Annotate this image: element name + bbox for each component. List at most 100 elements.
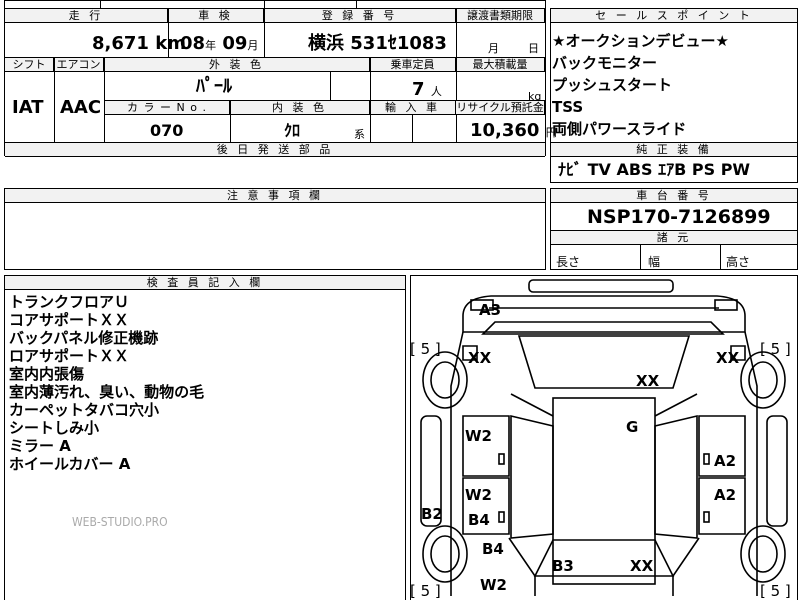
hood-shape <box>462 295 746 333</box>
mark-xx-hood: XX <box>636 372 660 390</box>
capacity-unit: 人 <box>430 85 442 98</box>
door-handle <box>498 511 505 523</box>
grid-line <box>370 58 371 100</box>
header-delivery-parts: 後 日 発 送 部 品 <box>5 143 545 157</box>
inspector-note: カーペットタバコ穴小 <box>9 401 160 419</box>
header-transfer-deadline: 譲渡書類期限 <box>456 9 545 23</box>
length-label: 長さ <box>556 255 581 269</box>
mark-w2-rear-door: W2 <box>465 486 492 504</box>
header-inspector: 検 査 員 記 入 欄 <box>5 276 405 290</box>
mark-xx-front-left: XX <box>468 349 492 367</box>
exterior-color-value: ﾊﾟｰﾙ <box>196 76 232 97</box>
grid-line <box>412 115 413 142</box>
sales-point-item: 両側パワースライド <box>552 120 687 138</box>
sales-point-item: ★オークションデビュー★ <box>552 32 729 50</box>
mark-b3-rear: B3 <box>552 557 574 575</box>
header-inspection: 車 検 <box>168 9 264 23</box>
mark-tire-rr: [ 5 ] <box>760 582 791 600</box>
tire-front-right-inner <box>748 361 778 399</box>
door-handle <box>703 511 710 523</box>
width-label: 幅 <box>648 255 661 269</box>
inspector-note: トランクフロアＵ <box>9 293 130 311</box>
tire-front-left-inner <box>430 361 460 399</box>
header-import: 輸 入 車 <box>370 101 456 115</box>
mark-w2-rear-quarter: W2 <box>480 576 507 594</box>
grid-line <box>230 101 231 142</box>
header-shift: シフト <box>5 58 54 72</box>
inspector-note: バックパネル修正機跡 <box>9 329 159 347</box>
mark-b2-side: B2 <box>421 505 443 523</box>
recycle-number: 10,360 <box>470 120 540 141</box>
mark-a2-rear-door-right: A2 <box>714 486 737 504</box>
color-no-value: 070 <box>150 121 184 140</box>
tire-front-left <box>422 351 468 409</box>
side-sill-right <box>766 415 788 527</box>
rear-quarter-left <box>508 537 536 596</box>
inspector-note: シートしみ小 <box>9 419 100 437</box>
equipment-value: ﾅﾋﾞ TV ABS ｴｱB PS PW <box>558 160 751 179</box>
sales-point-item: TSS <box>552 98 584 116</box>
mark-tire-fl: [ 5 ] <box>410 340 441 358</box>
spec-grid <box>4 0 546 156</box>
tire-rear-left-inner <box>430 535 460 573</box>
header-registration: 登 録 番 号 <box>264 9 456 23</box>
mark-b4-rear: B4 <box>482 540 504 558</box>
door-handle <box>703 453 710 465</box>
inspection-value: 08年 09月 <box>180 33 258 57</box>
grid-line <box>356 0 357 8</box>
header-capacity: 乗車定員 <box>370 58 456 72</box>
inspector-note: 室内内張傷 <box>9 365 85 383</box>
mark-tire-rl: [ 5 ] <box>410 582 441 600</box>
inspection-year: 08 <box>180 33 206 54</box>
grid-line <box>640 245 641 270</box>
header-caution: 注 意 事 項 欄 <box>5 189 545 203</box>
registration-value: 横浜 531ｾ1083 <box>308 33 447 54</box>
header-dimensions: 諸 元 <box>551 230 797 245</box>
window-left <box>510 414 554 539</box>
tire-rear-right-inner <box>748 535 778 573</box>
header-max-load: 最大積載量 <box>456 58 545 72</box>
tire-rear-left <box>422 525 468 583</box>
grid-line <box>370 101 371 142</box>
inspector-note: ミラー A <box>9 437 71 455</box>
sales-point-item: バックモニター <box>552 54 658 72</box>
door-front-left <box>462 415 510 477</box>
mark-xx-front-right: XX <box>716 349 740 367</box>
interior-color-value: ｸﾛ <box>284 121 301 140</box>
grid-line <box>264 9 265 57</box>
mark-a3: A3 <box>479 301 502 319</box>
mark-w2-front-door: W2 <box>465 427 492 445</box>
month-unit: 月 <box>247 39 259 52</box>
header-exterior-color: 外 装 色 <box>104 58 370 72</box>
rear-quarter-right <box>672 537 700 596</box>
grid-line <box>720 245 721 270</box>
mark-a2-front-door-right: A2 <box>714 452 737 470</box>
mileage-value: 8,671 km <box>92 33 186 55</box>
grid-line <box>54 58 55 142</box>
watermark: WEB-STUDIO.PRO <box>72 515 168 529</box>
tire-rear-right <box>740 525 786 583</box>
header-chassis: 車 台 番 号 <box>551 189 797 203</box>
height-label: 高さ <box>726 255 751 269</box>
recycle-value: 10,360 円 <box>470 120 557 144</box>
year-unit: 年 <box>205 39 217 52</box>
header-sales-points: セ ー ル ス ポ イ ン ト <box>551 9 797 23</box>
sales-point-item: プッシュスタート <box>552 76 673 94</box>
header-interior-color: 内 装 色 <box>230 101 370 115</box>
grid-line <box>100 0 101 8</box>
header-equipment: 純 正 装 備 <box>551 142 797 157</box>
window-right <box>654 414 698 539</box>
grid-line <box>456 9 457 57</box>
header-aircon: エアコン <box>54 58 104 72</box>
chassis-number: NSP170-7126899 <box>587 206 771 228</box>
inspector-note: 室内薄汚れ、臭い、動物の毛 <box>9 383 205 401</box>
mark-b4-door: B4 <box>468 511 490 529</box>
aircon-value: AAC <box>60 97 102 118</box>
inspection-month: 09 <box>222 33 248 54</box>
grid-line <box>330 72 331 100</box>
door-handle <box>498 453 505 465</box>
windshield-shape <box>517 335 691 389</box>
mark-tire-fr: [ 5 ] <box>760 340 791 358</box>
capacity-number: 7 <box>412 79 425 100</box>
header-recycle: リサイクル預託金 <box>456 101 545 115</box>
